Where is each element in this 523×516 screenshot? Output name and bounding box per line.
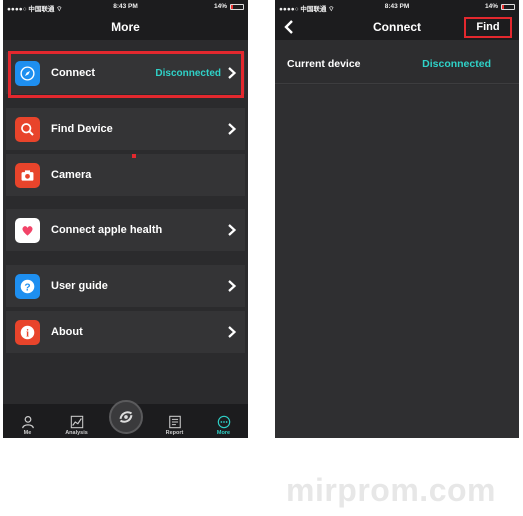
- chevron-right-icon: [228, 123, 237, 135]
- chevron-right-icon: [228, 280, 237, 292]
- battery-icon: [501, 3, 515, 10]
- more-icon: [217, 415, 230, 429]
- menu-item-find-device[interactable]: Find Device: [6, 108, 245, 150]
- menu-item-about[interactable]: i About: [6, 311, 245, 353]
- tab-bar: Me Analysis Report More: [3, 400, 248, 438]
- sync-icon: [108, 400, 143, 434]
- battery-icon: [230, 3, 244, 10]
- tab-report[interactable]: Report: [155, 415, 195, 438]
- tab-more[interactable]: More: [204, 415, 244, 438]
- nav-bar: More: [3, 14, 248, 40]
- chart-icon: [70, 415, 83, 429]
- svg-text:?: ?: [24, 282, 30, 293]
- marker-dot: [132, 154, 136, 158]
- current-device-label: Current device: [287, 58, 361, 70]
- camera-icon: [15, 162, 40, 188]
- menu-item-label: Find Device: [51, 123, 113, 135]
- connect-screen: ●●●●○ 中国联通 ⌔ 8:43 PM 14% Connect Find Cu…: [275, 0, 519, 438]
- more-screen: ●●●●○ 中国联通 ⌔ 8:43 PM 14% More Connect Di…: [3, 0, 248, 438]
- heart-icon: [15, 217, 40, 243]
- search-icon: [15, 116, 40, 142]
- svg-text:i: i: [26, 328, 29, 339]
- clock: 8:43 PM: [384, 3, 410, 10]
- menu-item-label: Camera: [51, 169, 92, 181]
- menu-item-label: About: [51, 326, 83, 338]
- tab-label: More: [216, 430, 231, 436]
- clock: 8:43 PM: [113, 3, 138, 10]
- tab-me[interactable]: Me: [8, 415, 48, 438]
- device-list-area: [275, 85, 519, 438]
- status-bar: ●●●●○ 中国联通 ⌔ 8:43 PM 14%: [3, 0, 248, 14]
- status-bar: ●●●●○ 中国联通 ⌔ 8:43 PM 14%: [275, 0, 519, 14]
- nav-bar: Connect Find: [275, 14, 519, 40]
- battery-percent: 14%: [213, 3, 227, 10]
- current-device-row: Current device Disconnected: [275, 40, 519, 84]
- highlight-box: [8, 51, 244, 98]
- report-icon: [168, 415, 181, 429]
- menu-item-camera[interactable]: Camera: [6, 154, 245, 196]
- person-icon: [21, 415, 34, 429]
- find-button[interactable]: Find: [464, 17, 512, 38]
- tab-analysis[interactable]: Analysis: [57, 415, 97, 438]
- chevron-right-icon: [228, 326, 237, 338]
- menu-item-label: User guide: [51, 280, 108, 292]
- tab-label: Report: [165, 430, 184, 436]
- chevron-right-icon: [228, 224, 237, 236]
- question-icon: ?: [15, 273, 40, 299]
- tab-sync[interactable]: [106, 400, 146, 438]
- watermark: mirprom.com: [286, 472, 496, 508]
- battery-percent: 14%: [484, 3, 498, 10]
- info-icon: i: [15, 319, 40, 345]
- menu-item-user-guide[interactable]: ? User guide: [6, 265, 245, 307]
- menu-item-apple-health[interactable]: Connect apple health: [6, 209, 245, 251]
- tab-label: Analysis: [65, 430, 88, 436]
- connection-status: Disconnected: [422, 58, 491, 70]
- tab-label: Me: [23, 430, 32, 436]
- menu-item-label: Connect apple health: [51, 224, 163, 236]
- page-title: More: [111, 20, 140, 34]
